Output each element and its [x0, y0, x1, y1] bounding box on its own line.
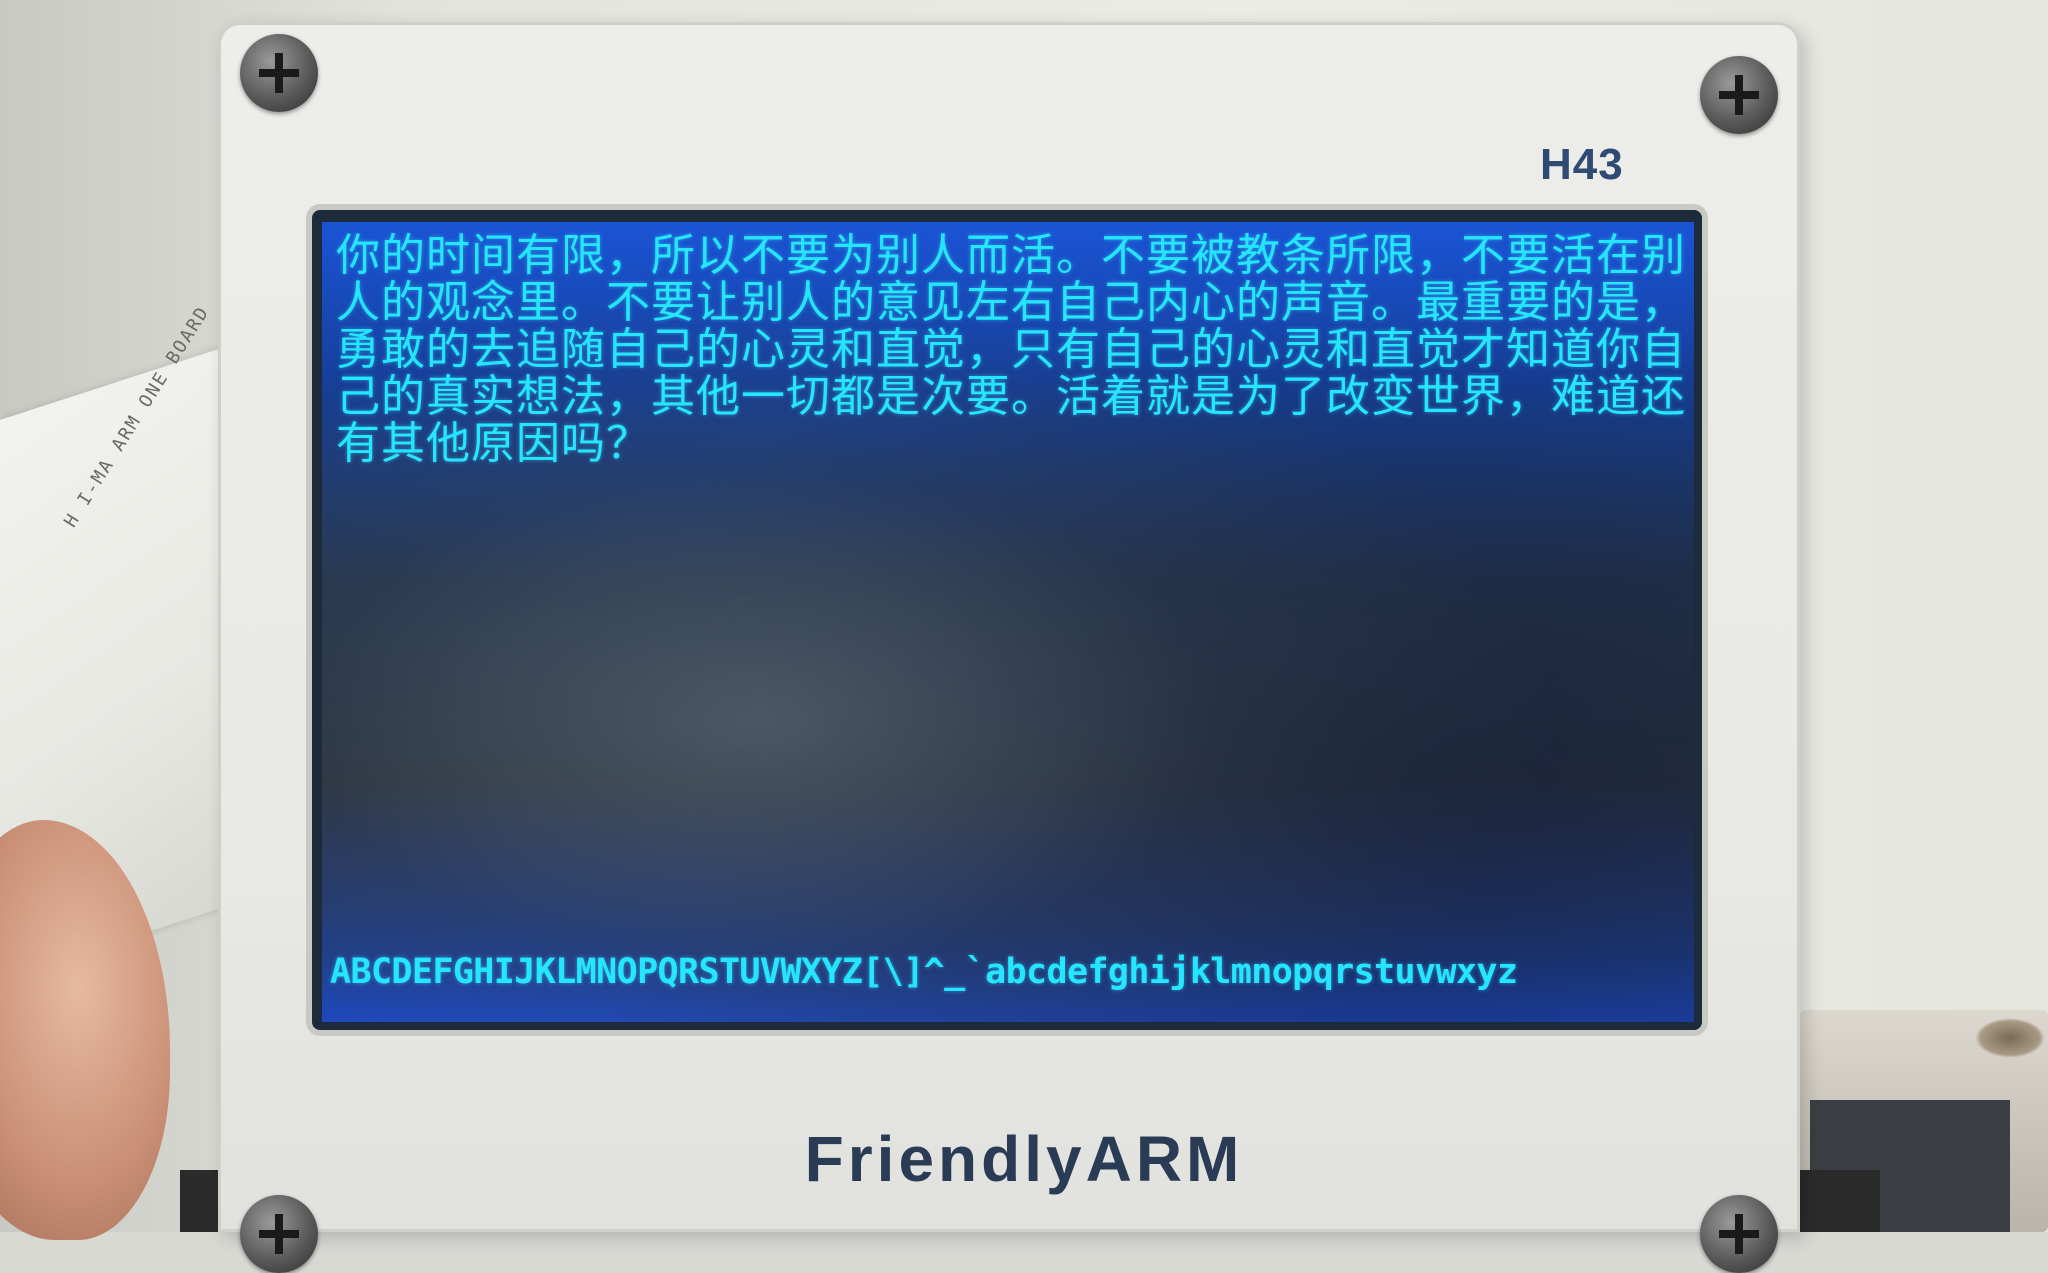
- screw-icon: [1700, 56, 1778, 134]
- lcd-charset-line: ABCDEFGHIJKLMNOPQRSTUVWXYZ[\]^_`abcdefgh…: [330, 952, 1518, 992]
- lcd-paragraph: 你的时间有限，所以不要为别人而活。不要被教条所限，不要活在别人的观念里。不要让别…: [336, 230, 1686, 469]
- model-label: H43: [1540, 140, 1624, 189]
- screw-icon: [1700, 1195, 1778, 1273]
- lcd-screen[interactable]: 你的时间有限，所以不要为别人而活。不要被教条所限，不要活在别人的观念里。不要让别…: [322, 222, 1694, 1022]
- screw-icon: [240, 34, 318, 112]
- screw-icon: [240, 1195, 318, 1273]
- mounting-hole: [1975, 1018, 2045, 1058]
- brand-logo: FriendlyARM: [804, 1123, 1244, 1195]
